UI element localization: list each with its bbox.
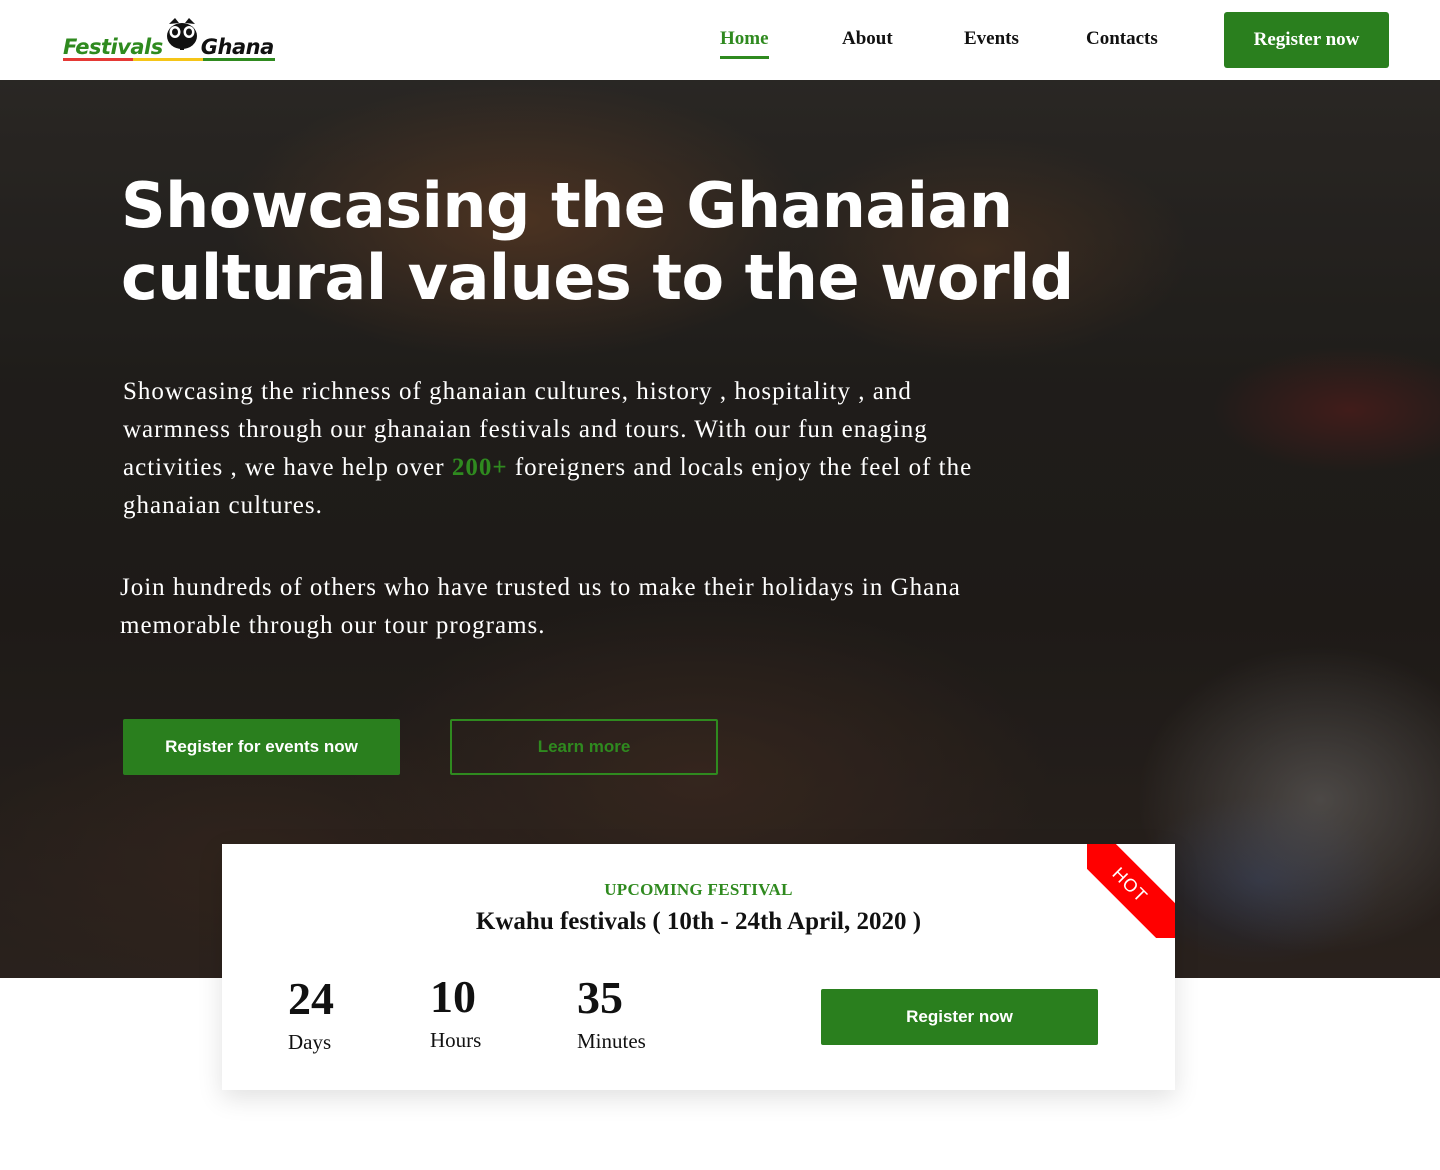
countdown-minutes-value: 35 bbox=[577, 972, 623, 1023]
register-now-card-button[interactable]: Register now bbox=[821, 989, 1098, 1045]
logo-flag-underline bbox=[63, 58, 275, 61]
logo-word-ghana: Ghana bbox=[200, 35, 274, 59]
countdown-days-unit: Days bbox=[288, 1030, 332, 1054]
countdown-minutes: 35 Minutes bbox=[577, 973, 646, 1055]
festival-title: Kwahu festivals ( 10th - 24th April, 202… bbox=[475, 908, 922, 935]
countdown-hours: 10 Hours bbox=[430, 972, 481, 1054]
learn-more-button[interactable]: Learn more bbox=[450, 719, 718, 775]
nav-link-home[interactable]: Home bbox=[720, 28, 769, 59]
upcoming-festival-label: UPCOMING FESTIVAL bbox=[604, 880, 793, 899]
hero-join-paragraph: Join hundreds of others who have trusted… bbox=[120, 574, 961, 639]
countdown-hours-value: 10 bbox=[430, 971, 476, 1022]
upcoming-festival-card: HOT UPCOMING FESTIVAL Kwahu festivals ( … bbox=[222, 844, 1175, 1090]
logo-word-festivals: Festivals bbox=[63, 35, 163, 59]
nav-link-events[interactable]: Events bbox=[964, 28, 1019, 50]
countdown-days: 24 Days bbox=[288, 974, 334, 1056]
drum-emblem-icon bbox=[165, 16, 199, 52]
countdown-hours-unit: Hours bbox=[430, 1028, 482, 1052]
festivals-ghana-logo[interactable]: Festivals Ghana bbox=[63, 14, 275, 61]
countdown-days-value: 24 bbox=[288, 973, 334, 1024]
nav-link-about[interactable]: About bbox=[842, 28, 893, 50]
nav-link-contacts[interactable]: Contacts bbox=[1086, 28, 1158, 50]
hero-title: Showcasing the Ghanaian cultural values … bbox=[121, 169, 1074, 314]
register-now-nav-button[interactable]: Register now bbox=[1224, 12, 1389, 68]
hero-count-highlight: 200+ bbox=[451, 454, 508, 481]
register-for-events-button[interactable]: Register for events now bbox=[123, 719, 400, 775]
hero-intro-paragraph: Showcasing the richness of ghanaian cult… bbox=[123, 373, 1023, 525]
countdown-minutes-unit: Minutes bbox=[577, 1029, 646, 1053]
top-navbar: Festivals Ghana Home About Events Contac… bbox=[0, 0, 1440, 80]
